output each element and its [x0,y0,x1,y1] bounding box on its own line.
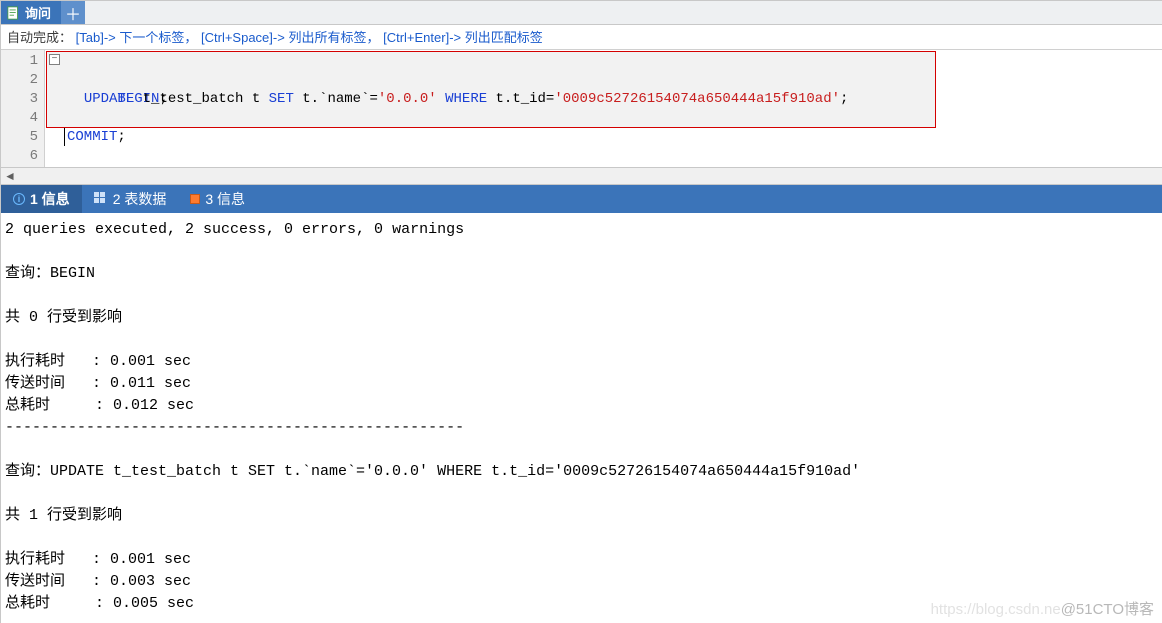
tok: t.t_id= [487,91,554,107]
plus-icon: ＋ [65,1,81,25]
tok: t.`name`= [294,91,378,107]
hint-prefix: 自动完成： [7,30,72,45]
editor-gutter: 1 2 3 4 5 6 [1,50,45,167]
code-area[interactable]: − BEGIN; UPDATE t_test_batch t SET t.`na… [45,50,1162,167]
kw-set: SET [269,91,294,107]
results-tab-label: 3 信息 [205,189,245,209]
kw-commit: COMMIT [67,129,117,145]
hint-txt3: -> 列出匹配标签 [449,30,543,45]
str: '0.0.0' [378,91,437,107]
code-line-6[interactable] [45,147,1162,166]
autocomplete-hint: 自动完成： [Tab]-> 下一个标签， [Ctrl+Space]-> 列出所有… [1,25,1162,50]
results-tab-label: 1 信息 [30,189,70,209]
tab-query-label: 询问 [25,3,51,22]
message-output[interactable]: 2 queries executed, 2 success, 0 errors,… [1,213,1162,620]
hint-key-ctrlspace: [Ctrl+Space] [201,30,273,45]
code-line-1[interactable]: − BEGIN; [45,52,1162,71]
out-rows: 共 1 行受到影响 [5,507,122,524]
semi: ; [117,129,125,145]
hint-txt1: -> 下一个标签， [104,30,198,45]
results-tabbar: i 1 信息 2 表数据 3 信息 [1,185,1162,213]
editor-hscroll[interactable]: ◄ [1,168,1162,185]
info-icon: i [13,193,25,205]
hint-key-tab: [Tab] [76,30,104,45]
out-time: 传送时间 : 0.003 sec [5,573,191,590]
out-time: 总耗时 : 0.012 sec [5,397,194,414]
semi: ; [840,91,848,107]
out-time: 执行耗时 : 0.001 sec [5,353,191,370]
tab-query[interactable]: 询问 [1,1,61,24]
results-tab-info-1[interactable]: i 1 信息 [1,185,82,213]
out-divider: ----------------------------------------… [5,419,464,436]
cube-icon [190,194,200,204]
out-rows: 共 0 行受到影响 [5,309,122,326]
str: '0009c52726154074a650444a15f910ad' [554,91,840,107]
fold-toggle-icon[interactable]: − [49,54,60,65]
text-cursor [64,128,65,146]
hint-txt2: -> 列出所有标签， [273,30,380,45]
scroll-left-icon[interactable]: ◄ [4,169,16,183]
out-time: 执行耗时 : 0.001 sec [5,551,191,568]
kw-where: WHERE [445,91,487,107]
code-line-5[interactable]: COMMIT; [45,128,1162,147]
results-tab-label: 2 表数据 [113,189,167,209]
line-number: 2 [1,71,38,90]
kw-update: UPDATE [84,91,134,107]
line-number: 3 [1,90,38,109]
results-tab-tabledata[interactable]: 2 表数据 [82,185,179,213]
sql-file-icon [7,6,21,20]
indent [67,91,84,107]
results-tab-info-3[interactable]: 3 信息 [178,185,257,213]
out-summary: 2 queries executed, 2 success, 0 errors,… [5,221,464,238]
query-tabbar: 询问 ＋ [1,1,1162,25]
code-line-4[interactable] [45,109,1162,128]
tok [437,91,445,107]
tok: t_test_batch t [134,91,268,107]
code-line-2[interactable] [45,71,1162,90]
out-query-label: 查询：BEGIN [5,265,95,282]
line-number: 1 [1,52,38,71]
hint-key-ctrlenter: [Ctrl+Enter] [383,30,449,45]
add-tab-button[interactable]: ＋ [61,1,85,24]
line-number: 5 [1,128,38,147]
line-number: 6 [1,147,38,166]
code-line-3[interactable]: UPDATE t_test_batch t SET t.`name`='0.0.… [45,90,1162,109]
out-time: 传送时间 : 0.011 sec [5,375,191,392]
out-time: 总耗时 : 0.005 sec [5,595,194,612]
grid-icon [94,192,108,206]
out-query-label: 查询：UPDATE t_test_batch t SET t.`name`='0… [5,463,860,480]
sql-editor[interactable]: 1 2 3 4 5 6 − BEGIN; UPDATE t_test_batch… [1,50,1162,168]
line-number: 4 [1,109,38,128]
